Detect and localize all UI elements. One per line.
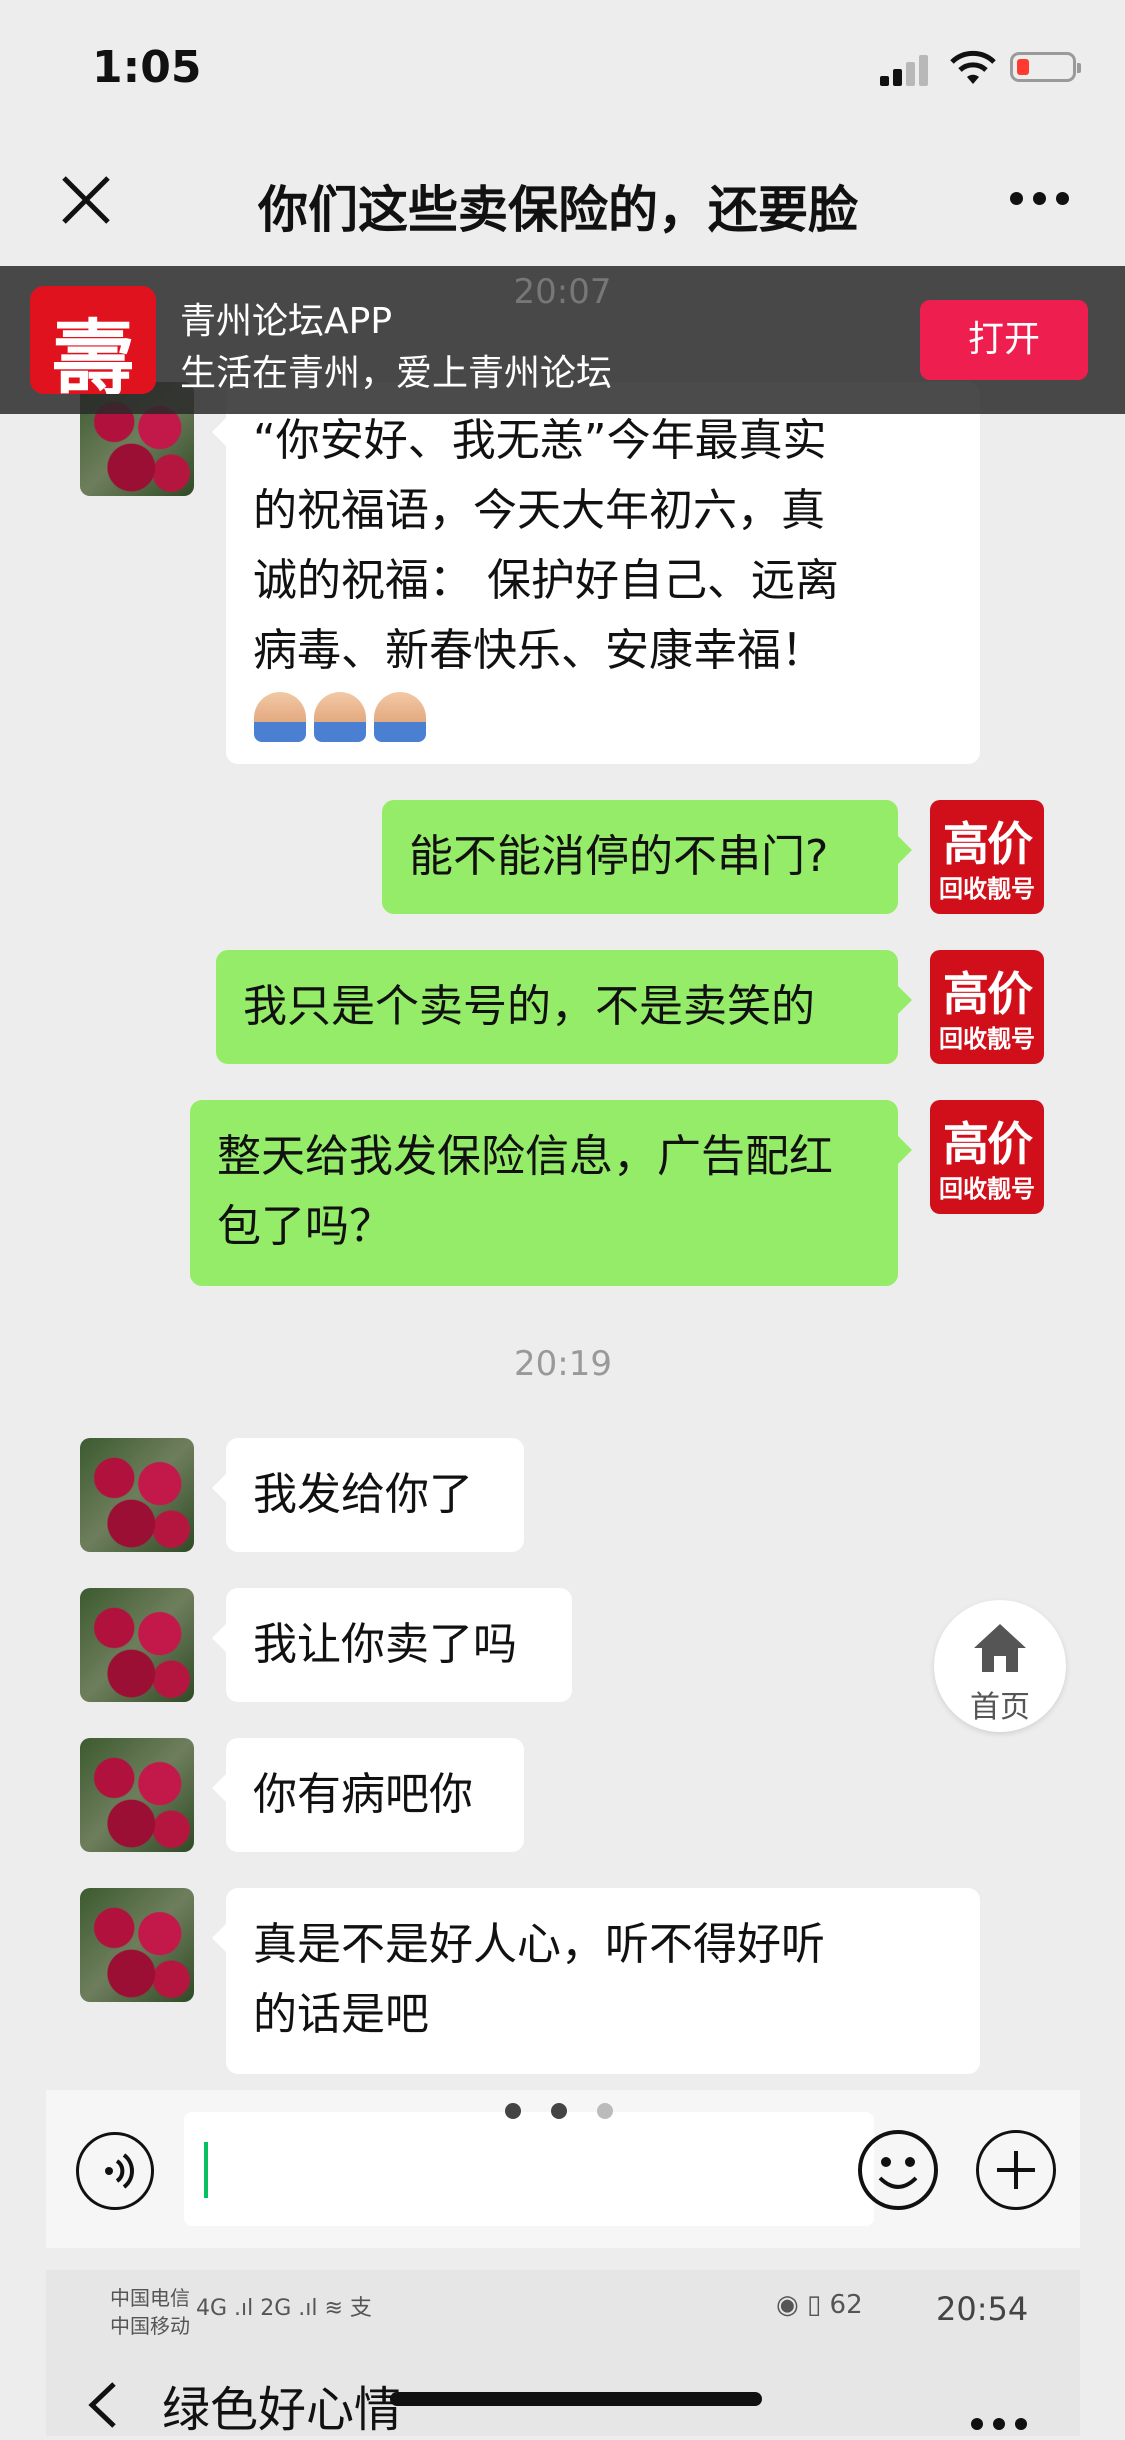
embedded-time: 20:54 [936,2290,1029,2328]
message-line: 病毒、新春快乐、安康幸福！ [253,625,825,676]
cellular-signal-icon [880,52,932,86]
carrier-name: 中国电信 [110,2286,190,2310]
praying-hands-emoji-icon [254,692,444,742]
banner-app-name: 青州论坛APP [180,301,393,342]
avatar-subtext: 回收靓号 [939,1025,1035,1053]
banner-slogan: 生活在青州，爱上青州论坛 [180,353,613,394]
message-bubble-outgoing[interactable]: 整天给我发保险信息，广告配红 包了吗？ [190,1100,912,1286]
back-icon[interactable] [84,2380,124,2430]
my-avatar[interactable]: 高价 回收靓号 [930,800,1044,914]
message-line: 诚的祝福： 保护好自己、远离 [253,555,839,606]
wifi-icon [950,50,996,84]
home-icon [974,1624,1026,1672]
message-text: 我只是个卖号的，不是卖笑的 [243,981,815,1032]
carrier-name: 中国移动 [110,2314,190,2338]
message-line: 的祝福语，今天大年初六，真 [253,485,825,536]
voice-input-icon[interactable] [76,2132,154,2210]
message-text: 我让你卖了吗 [253,1619,517,1670]
message-line: 包了吗？ [217,1201,393,1252]
avatar-subtext: 回收靓号 [939,875,1035,903]
home-label: 首页 [970,1690,1030,1725]
message-bubble-incoming[interactable]: 我让你卖了吗 [212,1588,572,1702]
close-icon[interactable] [56,170,116,230]
emoji-icon[interactable] [856,2128,940,2212]
chat-area: “你安好、我无恙”今年最真实 的祝福语，今天大年初六，真 诚的祝福： 保护好自己… [46,260,1080,2090]
home-button[interactable]: 首页 [934,1600,1066,1732]
avatar-subtext: 回收靓号 [939,1175,1035,1203]
message-bubble-incoming[interactable]: 我发给你了 [212,1438,524,1552]
home-indicator[interactable] [390,2392,762,2406]
message-bubble-incoming[interactable]: 真是不是好人心，听不得好听 的话是吧 [212,1888,980,2074]
text-caret [204,2142,208,2198]
message-line: 的话是吧 [253,1989,429,2040]
avatar-text: 高价 [943,1117,1033,1171]
network-icons: 4G .ıl 2G .ıl ≋ 支 [196,2296,372,2321]
page-title: 你们这些卖保险的，还要脸 [258,181,858,239]
message-text: 我发给你了 [253,1469,473,1520]
message-text: 你有病吧你 [253,1769,473,1820]
nav-bar: 你们这些卖保险的，还要脸 [0,140,1125,260]
my-avatar[interactable]: 高价 回收靓号 [930,950,1044,1064]
message-text: 能不能消停的不串门? [409,831,829,882]
page-indicator [505,2103,625,2119]
more-options-icon[interactable] [971,2418,1031,2432]
avatar-text: 高价 [943,967,1033,1021]
plus-icon[interactable] [976,2130,1056,2210]
app-download-banner[interactable]: 20:07 壽 青州论坛APP 生活在青州，爱上青州论坛 打开 [0,266,1125,414]
message-line: 整天给我发保险信息，广告配红 [217,1131,833,1182]
open-app-button[interactable]: 打开 [920,300,1088,380]
contact-avatar[interactable] [80,1588,194,1702]
contact-avatar[interactable] [80,1888,194,2002]
message-line: 真是不是好人心，听不得好听 [253,1919,825,1970]
contact-avatar[interactable] [80,1438,194,1552]
status-time: 1:05 [92,42,202,93]
battery-icon [1010,52,1081,82]
contact-avatar[interactable] [80,1738,194,1852]
app-logo-icon: 壽 [30,286,156,394]
embedded-status-bar: 中国电信 中国移动 4G .ıl 2G .ıl ≋ 支 ◉ ▯ 62 20:54… [46,2270,1080,2438]
message-bubble-outgoing[interactable]: 能不能消停的不串门? [382,800,912,914]
embedded-chat-title: 绿色好心情 [162,2382,403,2438]
message-timestamp: 20:19 [514,1344,612,1384]
message-bubble-incoming[interactable]: “你安好、我无恙”今年最真实 的祝福语，今天大年初六，真 诚的祝福： 保护好自己… [212,382,980,764]
status-bar: 1:05 [0,0,1125,140]
my-avatar[interactable]: 高价 回收靓号 [930,1100,1044,1214]
system-icons: ◉ ▯ 62 [776,2290,863,2320]
more-options-icon[interactable] [1010,192,1070,208]
avatar-text: 高价 [943,817,1033,871]
message-input[interactable] [184,2112,874,2226]
message-line: “你安好、我无恙”今年最真实 [253,415,827,466]
message-bubble-incoming[interactable]: 你有病吧你 [212,1738,524,1852]
message-bubble-outgoing[interactable]: 我只是个卖号的，不是卖笑的 [216,950,912,1064]
